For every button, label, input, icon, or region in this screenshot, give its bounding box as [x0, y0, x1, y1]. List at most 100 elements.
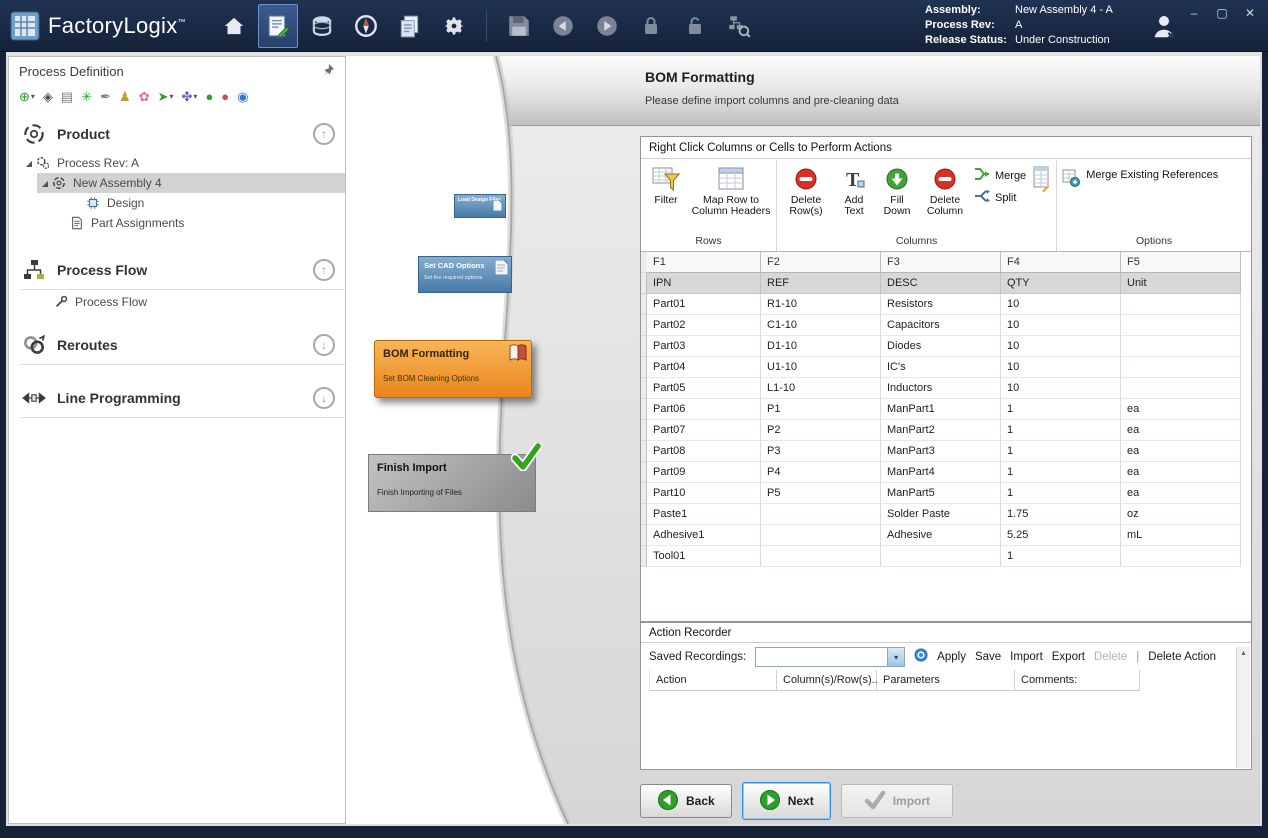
- table-cell[interactable]: mL: [1121, 525, 1241, 546]
- forward-button[interactable]: [587, 4, 627, 48]
- table-cell[interactable]: ManPart1: [881, 399, 1001, 420]
- delete-column-button[interactable]: Delete Column: [921, 163, 969, 217]
- table-cell[interactable]: DESC: [881, 273, 1001, 294]
- stop-icon[interactable]: ●: [221, 90, 229, 104]
- table-cell[interactable]: oz: [1121, 504, 1241, 525]
- table-cell[interactable]: IC's: [881, 357, 1001, 378]
- table-cell[interactable]: ea: [1121, 483, 1241, 504]
- table-row[interactable]: Part09 P4 ManPart4 1 ea: [641, 462, 1251, 483]
- saved-recordings-select[interactable]: ▾: [755, 647, 905, 667]
- table-cell[interactable]: [1121, 336, 1241, 357]
- tree-item-part-assignments[interactable]: Part Assignments: [9, 213, 345, 233]
- wizard-step-set-cad-options[interactable]: Set CAD Options Set the required options: [418, 256, 512, 293]
- record-icon[interactable]: ◉: [237, 90, 248, 104]
- save-button[interactable]: [499, 4, 539, 48]
- table-cell[interactable]: [1121, 546, 1241, 567]
- table-cell[interactable]: 1: [1001, 399, 1121, 420]
- expander-icon[interactable]: ◢: [39, 179, 51, 188]
- recorder-column-header[interactable]: Action: [649, 670, 777, 691]
- palette-icon[interactable]: ✤▾: [182, 90, 198, 104]
- check-in-lock-button[interactable]: [675, 4, 715, 48]
- recorder-scrollbar[interactable]: ▲: [1236, 647, 1250, 768]
- table-cell[interactable]: 1: [1001, 462, 1121, 483]
- table-cell[interactable]: L1-10: [761, 378, 881, 399]
- wizard-step-bom-formatting[interactable]: BOM Formatting Set BOM Cleaning Options: [374, 340, 532, 398]
- materials-button[interactable]: [302, 4, 342, 48]
- table-cell[interactable]: Tool01: [647, 546, 761, 567]
- documents-button[interactable]: [390, 4, 430, 48]
- table-cell[interactable]: 1.75: [1001, 504, 1121, 525]
- table-cell[interactable]: [761, 525, 881, 546]
- delete-rows-button[interactable]: Delete Row(s): [782, 163, 830, 217]
- table-cell[interactable]: P3: [761, 441, 881, 462]
- table-cell[interactable]: 1: [1001, 483, 1121, 504]
- globe-icon[interactable]: ◈: [43, 90, 53, 104]
- table-cell[interactable]: Inductors: [881, 378, 1001, 399]
- table-cell[interactable]: Part04: [647, 357, 761, 378]
- table-cell[interactable]: [1121, 357, 1241, 378]
- expander-icon[interactable]: ◢: [23, 159, 35, 168]
- table-cell[interactable]: Part09: [647, 462, 761, 483]
- table-cell[interactable]: Part03: [647, 336, 761, 357]
- merge-button[interactable]: Merge: [974, 167, 1026, 184]
- flower-icon[interactable]: ✿: [139, 90, 150, 104]
- export-recording-button[interactable]: Export: [1052, 651, 1085, 663]
- table-cell[interactable]: [1121, 378, 1241, 399]
- apply-button[interactable]: Apply: [937, 651, 966, 663]
- table-cell[interactable]: Adhesive: [881, 525, 1001, 546]
- table-cell[interactable]: Capacitors: [881, 315, 1001, 336]
- table-cell[interactable]: [881, 546, 1001, 567]
- table-cell[interactable]: R1-10: [761, 294, 881, 315]
- wizard-step-finish-import[interactable]: Finish Import Finish Importing of Files: [368, 454, 536, 512]
- table-cell[interactable]: Part05: [647, 378, 761, 399]
- table-cell[interactable]: Resistors: [881, 294, 1001, 315]
- find-structure-button[interactable]: [719, 4, 759, 48]
- delete-recording-button[interactable]: Delete: [1094, 651, 1127, 663]
- recorder-column-header[interactable]: Comments:: [1015, 670, 1140, 691]
- table-cell[interactable]: Part08: [647, 441, 761, 462]
- table-cell[interactable]: ManPart3: [881, 441, 1001, 462]
- add-icon[interactable]: ⊕▾: [19, 90, 35, 104]
- tree-item-process-rev[interactable]: ◢ Process Rev: A: [9, 153, 345, 173]
- table-row[interactable]: Part05 L1-10 Inductors 10: [641, 378, 1251, 399]
- navigator-button[interactable]: [346, 4, 386, 48]
- table-cell[interactable]: QTY: [1001, 273, 1121, 294]
- table-row[interactable]: Part07 P2 ManPart2 1 ea: [641, 420, 1251, 441]
- recorder-column-header[interactable]: Parameters: [877, 670, 1015, 691]
- table-cell[interactable]: [1121, 294, 1241, 315]
- table-cell[interactable]: 10: [1001, 294, 1121, 315]
- table-cell[interactable]: 1: [1001, 420, 1121, 441]
- settings-button[interactable]: [434, 4, 474, 48]
- table-cell[interactable]: Part10: [647, 483, 761, 504]
- save-recording-button[interactable]: Save: [975, 651, 1001, 663]
- add-text-button[interactable]: T Add Text: [835, 163, 873, 217]
- table-cell[interactable]: 10: [1001, 336, 1121, 357]
- column-header[interactable]: F3: [881, 252, 1001, 273]
- table-cell[interactable]: ea: [1121, 420, 1241, 441]
- table-cell[interactable]: Diodes: [881, 336, 1001, 357]
- check-out-lock-button[interactable]: [631, 4, 671, 48]
- table-cell[interactable]: ea: [1121, 441, 1241, 462]
- table-row[interactable]: Part03 D1-10 Diodes 10: [641, 336, 1251, 357]
- flag-icon[interactable]: ♟: [119, 90, 131, 104]
- recorder-column-header[interactable]: Column(s)/Row(s)...: [777, 670, 877, 691]
- start-icon[interactable]: ●: [205, 90, 213, 104]
- table-cell[interactable]: P2: [761, 420, 881, 441]
- print-icon[interactable]: ▤: [61, 90, 73, 104]
- table-row[interactable]: Part06 P1 ManPart1 1 ea: [641, 399, 1251, 420]
- table-cell[interactable]: ea: [1121, 399, 1241, 420]
- table-edit-button[interactable]: [1031, 163, 1051, 193]
- table-cell[interactable]: D1-10: [761, 336, 881, 357]
- tree-item-process-flow[interactable]: Process Flow: [9, 292, 345, 312]
- table-row[interactable]: Paste1 Solder Paste 1.75 oz: [641, 504, 1251, 525]
- user-session-icon[interactable]: [1146, 8, 1182, 44]
- apply-icon[interactable]: [914, 648, 928, 667]
- minimize-button[interactable]: –: [1186, 6, 1202, 20]
- table-cell[interactable]: Part02: [647, 315, 761, 336]
- table-cell[interactable]: Adhesive1: [647, 525, 761, 546]
- column-header[interactable]: F4: [1001, 252, 1121, 273]
- table-row[interactable]: Part01 R1-10 Resistors 10: [641, 294, 1251, 315]
- pin-icon[interactable]: [321, 63, 335, 80]
- table-cell[interactable]: Unit: [1121, 273, 1241, 294]
- scroll-up-icon[interactable]: ▲: [1237, 647, 1250, 657]
